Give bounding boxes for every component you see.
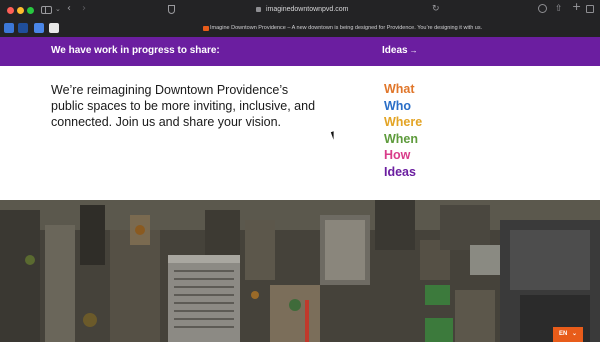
language-label: EN bbox=[559, 331, 568, 337]
browser-chrome: ⌄ ‹ › imaginedowntownpvd.com ↻ ⇧ + Imagi… bbox=[0, 0, 600, 37]
close-window-button[interactable] bbox=[7, 7, 14, 14]
active-tab-title[interactable]: Imagine Downtown Providence – A new down… bbox=[210, 23, 482, 33]
city-skyline-illustration bbox=[0, 200, 600, 342]
nav-link-where[interactable]: Where bbox=[384, 114, 422, 131]
sidebar-icon[interactable] bbox=[41, 6, 52, 14]
share-icon[interactable]: ⇧ bbox=[555, 4, 563, 14]
bookmark-favicon-icon[interactable] bbox=[34, 23, 44, 33]
nav-link-how[interactable]: How bbox=[384, 147, 422, 164]
chevron-down-icon[interactable]: ⌄ bbox=[55, 4, 61, 14]
nav-link-what[interactable]: What bbox=[384, 81, 422, 98]
nav-link-ideas[interactable]: Ideas bbox=[384, 164, 422, 181]
section-nav: What Who Where When How Ideas bbox=[384, 81, 422, 180]
announcement-text: We have work in progress to share: bbox=[51, 45, 220, 56]
shield-icon[interactable] bbox=[168, 5, 175, 14]
tab-overview-icon[interactable] bbox=[586, 5, 594, 13]
ideas-link[interactable]: Ideas → bbox=[382, 45, 418, 57]
forward-icon[interactable]: › bbox=[82, 4, 86, 14]
announcement-bar: We have work in progress to share: Ideas… bbox=[0, 37, 600, 66]
bookmark-favicon-icon[interactable] bbox=[4, 23, 14, 33]
chevron-down-icon: ⌄ bbox=[572, 331, 578, 337]
bookmark-favicon-icon[interactable] bbox=[18, 23, 28, 33]
tab-bar: Imagine Downtown Providence – A new down… bbox=[0, 20, 600, 37]
intro-text: We’re reimagining Downtown Providence’s … bbox=[51, 83, 316, 129]
nav-link-who[interactable]: Who bbox=[384, 98, 422, 115]
language-button[interactable]: EN ⌄ bbox=[553, 327, 583, 342]
ideas-link-label: Ideas bbox=[382, 45, 408, 56]
arrow-right-icon: → bbox=[409, 46, 418, 55]
nav-link-when[interactable]: When bbox=[384, 131, 422, 148]
download-icon[interactable] bbox=[538, 4, 547, 13]
title-bar: ⌄ ‹ › imaginedowntownpvd.com ↻ ⇧ + bbox=[0, 0, 600, 20]
new-tab-icon[interactable]: + bbox=[572, 1, 581, 12]
lock-icon bbox=[256, 7, 261, 12]
reload-icon[interactable]: ↻ bbox=[432, 4, 440, 14]
aerial-city-photo bbox=[0, 200, 600, 342]
back-icon[interactable]: ‹ bbox=[67, 4, 71, 14]
minimize-window-button[interactable] bbox=[17, 7, 24, 14]
bookmark-favicon-icon[interactable] bbox=[49, 23, 59, 33]
site-favicon-icon bbox=[203, 26, 209, 31]
address-bar[interactable]: imaginedowntownpvd.com bbox=[266, 4, 349, 15]
zoom-window-button[interactable] bbox=[27, 7, 34, 14]
